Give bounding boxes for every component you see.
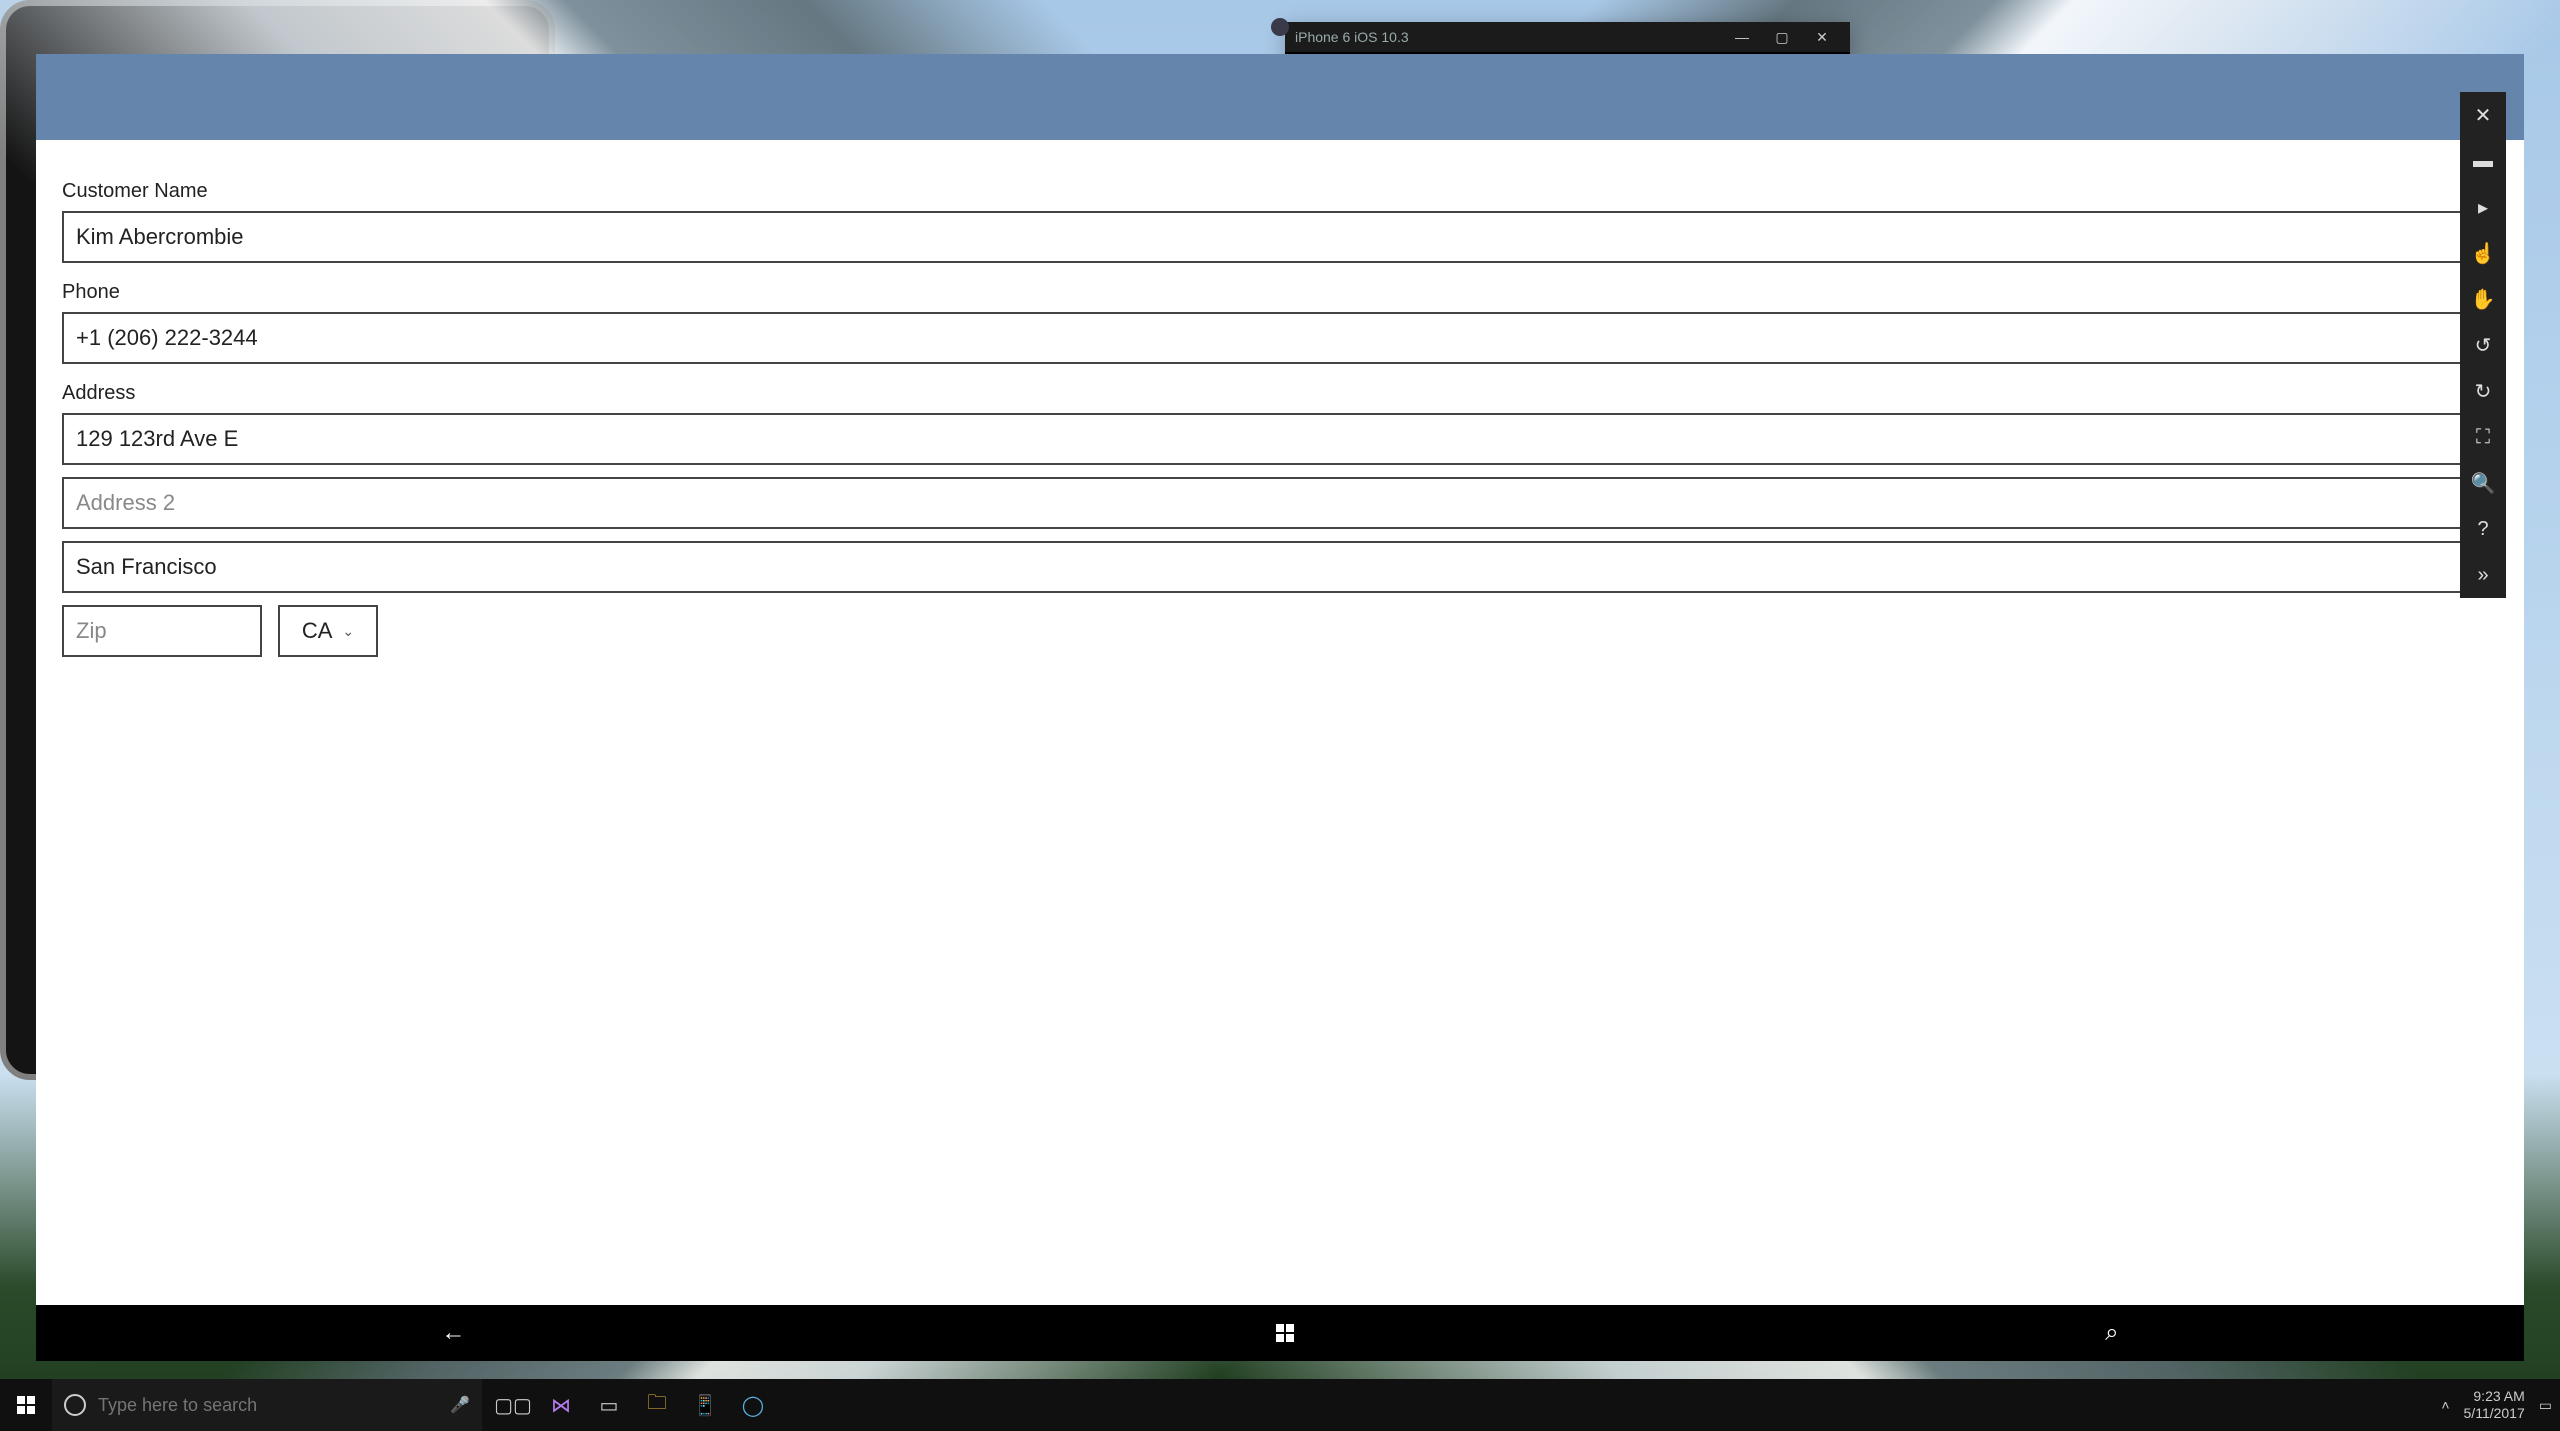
- tray-chevron-icon[interactable]: ˄: [2441, 1397, 2449, 1413]
- multi-touch-icon[interactable]: ✋: [2460, 276, 2506, 322]
- single-touch-icon[interactable]: ☝: [2460, 230, 2506, 276]
- fit-icon[interactable]: ⛶: [2460, 414, 2506, 460]
- label-phone: Phone: [62, 281, 2498, 304]
- start-button[interactable]: [0, 1379, 52, 1431]
- wp-status-bar: [36, 54, 2524, 82]
- windows-phone-emulator: Customer Name Phone Address CA ⌄ ← ⌕: [0, 0, 555, 1080]
- state-value: CA: [302, 618, 333, 644]
- taskbar-tray: ˄ 9:23 AM 5/11/2017 ▭: [2441, 1388, 2560, 1422]
- nav-back-icon[interactable]: ←: [441, 1319, 465, 1347]
- zip-input[interactable]: [62, 605, 262, 657]
- wp-app-bar: [36, 82, 2524, 140]
- rotate-right-icon[interactable]: ↻: [2460, 368, 2506, 414]
- help-icon[interactable]: ?: [2460, 506, 2506, 552]
- city-input[interactable]: [62, 541, 2498, 593]
- app-icon[interactable]: ▭: [586, 1379, 632, 1431]
- date: 5/11/2017: [2464, 1405, 2525, 1422]
- front-camera-icon: [1271, 18, 1289, 36]
- label-address: Address: [62, 382, 2498, 405]
- ios-titlebar: iPhone 6 iOS 10.3 — ▢ ✕: [1285, 22, 1850, 52]
- pointer-icon[interactable]: ▸: [2460, 184, 2506, 230]
- chevron-down-icon: ⌄: [342, 623, 354, 640]
- search-input[interactable]: [98, 1395, 438, 1416]
- label-customer-name: Customer Name: [62, 180, 2498, 203]
- close-icon[interactable]: ✕: [2460, 92, 2506, 138]
- address2-input[interactable]: [62, 477, 2498, 529]
- wp-nav-bar: ← ⌕: [36, 1305, 2524, 1361]
- chevrons-icon[interactable]: »: [2460, 552, 2506, 598]
- phone-icon[interactable]: 📱: [682, 1379, 728, 1431]
- maximize-button[interactable]: ▢: [1764, 23, 1800, 51]
- close-button[interactable]: ✕: [1804, 23, 1840, 51]
- minimize-button[interactable]: —: [1724, 23, 1760, 51]
- rotate-left-icon[interactable]: ↺: [2460, 322, 2506, 368]
- taskbar-apps: ▢▢ ⋈ ▭ 🗀 📱 ◯: [490, 1379, 776, 1431]
- state-select[interactable]: CA ⌄: [278, 605, 378, 657]
- wp-screen: Customer Name Phone Address CA ⌄ ← ⌕: [36, 54, 2524, 1361]
- minimize-icon[interactable]: ▬: [2460, 138, 2506, 184]
- visual-studio-icon[interactable]: ⋈: [538, 1379, 584, 1431]
- cortana-icon: [64, 1394, 86, 1416]
- nav-home-icon[interactable]: [1276, 1324, 1294, 1342]
- taskbar-clock[interactable]: 9:23 AM 5/11/2017: [2464, 1388, 2525, 1422]
- taskbar-search[interactable]: 🎤: [52, 1379, 482, 1431]
- notifications-icon[interactable]: ▭: [2539, 1397, 2552, 1414]
- device-label: iPhone 6 iOS 10.3: [1295, 29, 1409, 45]
- wp-emulator-toolbar: ✕ ▬ ▸ ☝ ✋ ↺ ↻ ⛶ 🔍 ? »: [2460, 92, 2506, 598]
- nav-search-icon[interactable]: ⌕: [2105, 1319, 2118, 1347]
- file-explorer-icon[interactable]: 🗀: [634, 1379, 680, 1431]
- windows-taskbar: 🎤 ▢▢ ⋈ ▭ 🗀 📱 ◯ ˄ 9:23 AM 5/11/2017 ▭: [0, 1379, 2560, 1431]
- task-view-icon[interactable]: ▢▢: [490, 1379, 536, 1431]
- customer-name-input[interactable]: [62, 211, 2498, 263]
- time: 9:23 AM: [2464, 1388, 2525, 1405]
- phone-input[interactable]: [62, 312, 2498, 364]
- cortana-app-icon[interactable]: ◯: [730, 1379, 776, 1431]
- mic-icon[interactable]: 🎤: [450, 1395, 470, 1415]
- zoom-icon[interactable]: 🔍: [2460, 460, 2506, 506]
- address1-input[interactable]: [62, 413, 2498, 465]
- wp-content: Customer Name Phone Address CA ⌄: [36, 140, 2524, 679]
